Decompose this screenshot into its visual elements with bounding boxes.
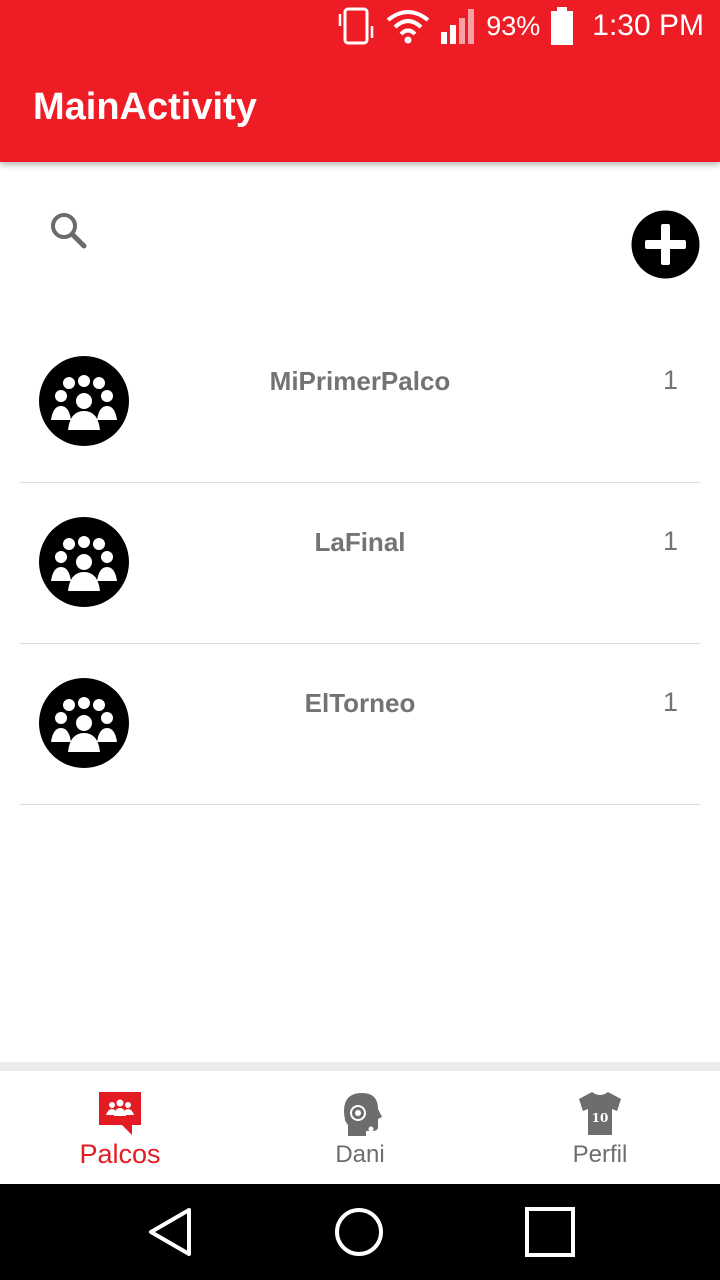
- system-navigation-bar: [0, 1184, 720, 1280]
- list-item[interactable]: MiPrimerPalco 1: [20, 322, 700, 483]
- palco-count: 1: [662, 365, 678, 395]
- bottom-navigation: Palcos Dani 10 Perfil: [0, 1062, 720, 1184]
- battery-icon: [551, 7, 574, 45]
- list-toolbar: [0, 162, 720, 312]
- list-item[interactable]: LaFinal 1: [20, 483, 700, 644]
- nav-label-perfil: Perfil: [572, 1141, 628, 1168]
- palco-count: 1: [662, 687, 678, 717]
- nav-label-palcos: Palcos: [79, 1139, 161, 1169]
- recents-icon[interactable]: [524, 1206, 576, 1258]
- nav-palcos[interactable]: Palcos: [0, 1071, 240, 1184]
- nav-label-dani: Dani: [335, 1141, 385, 1168]
- battery-percent: 93%: [486, 10, 541, 41]
- palco-name: MiPrimerPalco: [269, 366, 451, 396]
- app-bar: 93% 1:30 PM MainActivity: [0, 0, 720, 162]
- group-chat-icon: [99, 1092, 141, 1135]
- home-icon[interactable]: [333, 1206, 385, 1258]
- status-bar: 93% 1:30 PM: [336, 0, 720, 52]
- palco-name: LaFinal: [314, 527, 406, 557]
- list-item[interactable]: ElTorneo 1: [20, 644, 700, 805]
- search-button[interactable]: [44, 206, 94, 256]
- add-palco-button[interactable]: [630, 209, 701, 280]
- clock: 1:30 PM: [592, 9, 704, 42]
- wifi-icon: [386, 10, 430, 44]
- nav-dani[interactable]: Dani: [240, 1071, 480, 1184]
- palcos-list: MiPrimerPalco 1 LaFinal 1 ElTorneo 1: [20, 322, 700, 805]
- signal-icon: [441, 9, 475, 44]
- back-icon[interactable]: [145, 1206, 197, 1258]
- assistant-head-icon: [344, 1093, 382, 1136]
- jersey-icon: 10: [579, 1092, 621, 1135]
- vibrate-icon: [338, 7, 374, 45]
- add-circle-icon: [631, 210, 700, 279]
- palco-name: ElTorneo: [304, 688, 416, 718]
- jersey-number: 10: [592, 1111, 609, 1125]
- page-title: MainActivity: [33, 86, 257, 128]
- nav-perfil[interactable]: 10 Perfil: [480, 1071, 720, 1184]
- search-icon: [51, 213, 87, 249]
- palco-count: 1: [662, 526, 678, 556]
